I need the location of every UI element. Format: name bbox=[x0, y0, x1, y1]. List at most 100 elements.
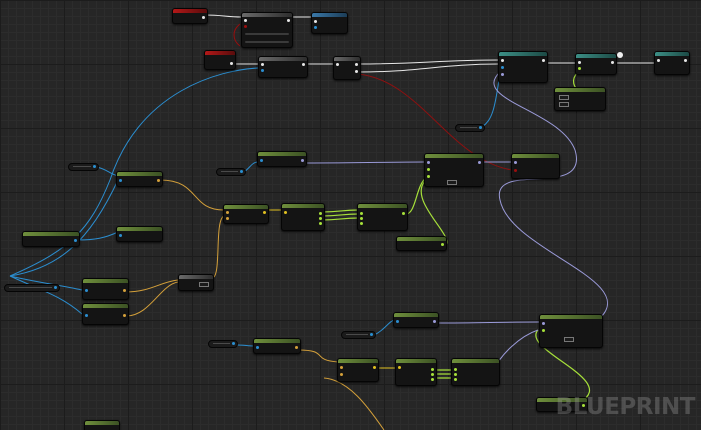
sequence-node[interactable] bbox=[333, 56, 361, 80]
float-pin[interactable] bbox=[319, 222, 322, 225]
float-pin[interactable] bbox=[360, 222, 363, 225]
variable-getter[interactable] bbox=[208, 340, 238, 348]
vector-pin[interactable] bbox=[441, 243, 444, 246]
object-pin[interactable] bbox=[85, 314, 88, 317]
rotate-vector-node[interactable] bbox=[424, 153, 484, 187]
rotator-pin-out[interactable] bbox=[478, 161, 481, 164]
get-component-node[interactable] bbox=[116, 226, 163, 242]
boolean-pin[interactable] bbox=[514, 169, 517, 172]
float-pin[interactable] bbox=[454, 368, 457, 371]
object-pin[interactable] bbox=[256, 346, 259, 349]
exec-pin-in[interactable] bbox=[336, 63, 339, 66]
get-world-location-node[interactable] bbox=[337, 358, 379, 382]
object-pin[interactable] bbox=[85, 289, 88, 292]
exec-pin-in[interactable] bbox=[244, 19, 247, 22]
event-node-main[interactable] bbox=[204, 50, 236, 70]
vector-pin[interactable] bbox=[373, 366, 376, 369]
vector-pin[interactable] bbox=[427, 168, 430, 171]
variable-getter[interactable] bbox=[4, 284, 60, 292]
rotator-pin[interactable] bbox=[301, 159, 304, 162]
break-vector-node[interactable] bbox=[395, 358, 437, 386]
value-field[interactable] bbox=[447, 180, 457, 185]
get-forward-vector-node[interactable] bbox=[396, 236, 447, 251]
float-pin[interactable] bbox=[319, 212, 322, 215]
get-actor-node[interactable] bbox=[393, 312, 439, 328]
set-transform-node[interactable] bbox=[498, 51, 548, 83]
struct-pin[interactable] bbox=[340, 366, 343, 369]
exec-pin-out[interactable] bbox=[202, 16, 205, 19]
blueprint-graph-canvas[interactable]: BLUEPRINT bbox=[0, 0, 701, 430]
get-actor-node[interactable] bbox=[257, 151, 307, 167]
vector-pin[interactable] bbox=[542, 329, 545, 332]
struct-pin[interactable] bbox=[340, 373, 343, 376]
vector-pin[interactable] bbox=[402, 212, 405, 215]
variable-getter[interactable] bbox=[455, 124, 485, 132]
get-component-node[interactable] bbox=[82, 303, 129, 325]
make-vector-node[interactable] bbox=[554, 87, 606, 111]
variable-getter[interactable] bbox=[68, 163, 99, 171]
delay-node[interactable] bbox=[654, 51, 690, 75]
exec-pin-out[interactable] bbox=[542, 59, 545, 62]
struct-pin[interactable] bbox=[157, 179, 160, 182]
float-pin[interactable] bbox=[431, 368, 434, 371]
comment-node-partial[interactable] bbox=[84, 420, 120, 430]
float-pin[interactable] bbox=[431, 373, 434, 376]
struct-pin[interactable] bbox=[123, 314, 126, 317]
reroute-node[interactable] bbox=[617, 52, 623, 58]
exec-pin-out[interactable] bbox=[355, 63, 358, 66]
value-field[interactable] bbox=[559, 95, 569, 100]
exec-pin-in[interactable] bbox=[261, 63, 264, 66]
float-pin[interactable] bbox=[454, 378, 457, 381]
struct-pin[interactable] bbox=[123, 289, 126, 292]
exec-pin-in[interactable] bbox=[578, 61, 581, 64]
struct-pin[interactable] bbox=[295, 346, 298, 349]
float-pin[interactable] bbox=[454, 373, 457, 376]
value-field[interactable] bbox=[559, 102, 569, 107]
float-pin[interactable] bbox=[431, 378, 434, 381]
object-pin[interactable] bbox=[119, 179, 122, 182]
rotator-pin[interactable] bbox=[514, 161, 517, 164]
float-pin[interactable] bbox=[578, 67, 581, 70]
object-pin[interactable] bbox=[501, 66, 504, 69]
variable-getter[interactable] bbox=[341, 331, 376, 339]
set-node[interactable] bbox=[575, 53, 617, 75]
object-pin[interactable] bbox=[74, 239, 77, 242]
object-pin[interactable] bbox=[314, 26, 317, 29]
float-pin[interactable] bbox=[360, 217, 363, 220]
get-component-node[interactable] bbox=[253, 338, 301, 354]
exec-pin-in[interactable] bbox=[314, 20, 317, 23]
rotator-pin[interactable] bbox=[542, 322, 545, 325]
struct-pin[interactable] bbox=[226, 217, 229, 220]
boolean-pin[interactable] bbox=[244, 25, 247, 28]
get-world-location-node[interactable] bbox=[223, 204, 269, 224]
get-component-node[interactable] bbox=[116, 171, 163, 187]
rotate-vector-node[interactable] bbox=[539, 314, 603, 348]
exec-pin-in[interactable] bbox=[657, 59, 660, 62]
exec-pin-out[interactable] bbox=[611, 61, 614, 64]
spawn-node[interactable] bbox=[258, 56, 308, 78]
vector-pin[interactable] bbox=[263, 211, 266, 214]
object-pin[interactable] bbox=[261, 69, 264, 72]
vector-pin[interactable] bbox=[427, 175, 430, 178]
value-field[interactable] bbox=[564, 337, 574, 342]
vector-pin[interactable] bbox=[284, 211, 287, 214]
function-call-node[interactable] bbox=[311, 12, 348, 34]
rotator-pin[interactable] bbox=[427, 161, 430, 164]
exec-pin-out[interactable] bbox=[684, 59, 687, 62]
exec-pin-out[interactable] bbox=[302, 63, 305, 66]
break-vector-node[interactable] bbox=[281, 203, 325, 231]
break-rotator-node[interactable] bbox=[511, 153, 560, 179]
value-field[interactable] bbox=[199, 282, 209, 287]
rotator-pin[interactable] bbox=[433, 320, 436, 323]
select-node[interactable] bbox=[178, 274, 214, 291]
exec-pin-out[interactable] bbox=[287, 19, 290, 22]
exec-pin-out[interactable] bbox=[230, 62, 233, 65]
make-vector-node[interactable] bbox=[451, 358, 500, 386]
get-component-node[interactable] bbox=[82, 278, 129, 300]
branch-node[interactable] bbox=[241, 12, 293, 48]
object-pin[interactable] bbox=[396, 320, 399, 323]
exec-pin-out[interactable] bbox=[355, 70, 358, 73]
event-node-top[interactable] bbox=[172, 8, 208, 24]
float-pin[interactable] bbox=[360, 212, 363, 215]
get-variable-node[interactable] bbox=[22, 231, 80, 247]
